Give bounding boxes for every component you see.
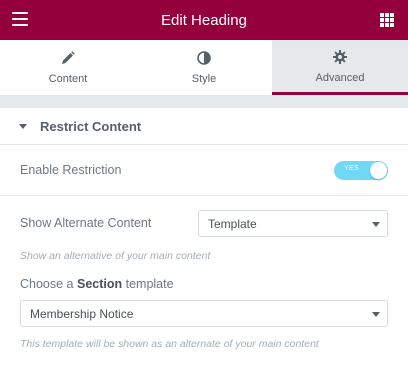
show-alternate-content-label: Show Alternate Content [20, 216, 152, 230]
tab-style-label: Style [191, 73, 217, 85]
enable-restriction-toggle[interactable]: YES [334, 161, 388, 180]
alternate-content-description: Show an alternative of your main content [20, 250, 211, 262]
contrast-icon [197, 50, 211, 66]
chevron-down-icon [372, 312, 380, 317]
caret-down-icon [19, 123, 27, 129]
tab-style[interactable]: Style [136, 40, 272, 95]
label-bold: Section [76, 277, 123, 291]
alternate-content-select[interactable]: Template [198, 210, 388, 237]
enable-restriction-label: Enable Restriction [20, 163, 122, 177]
section-template-description: This template will be shown as an altern… [20, 338, 319, 350]
tab-advanced[interactable]: Advanced [272, 40, 408, 95]
gear-icon [333, 49, 347, 65]
toggle-yes-text: YES [344, 165, 359, 172]
section-template-value: Membership Notice [30, 307, 134, 321]
restrict-content-section-header[interactable]: Restrict Content [0, 108, 408, 145]
apps-grid-icon[interactable] [380, 13, 394, 27]
pencil-icon [61, 50, 75, 66]
label-suffix: template [122, 277, 174, 291]
toggle-knob [370, 162, 387, 179]
tab-content[interactable]: Content [0, 40, 136, 95]
section-title: Restrict Content [40, 118, 142, 134]
choose-section-template-label: Choose a Section template [20, 277, 174, 291]
chevron-down-icon [372, 222, 380, 227]
section-template-select[interactable]: Membership Notice [20, 300, 388, 327]
separator-strip [0, 95, 408, 108]
label-prefix: Choose a [20, 277, 77, 291]
tab-advanced-label: Advanced [315, 71, 365, 84]
tab-content-label: Content [48, 73, 88, 85]
menu-icon[interactable] [12, 12, 28, 28]
header-bar: Edit Heading [0, 0, 408, 40]
alternate-content-value: Template [208, 217, 257, 231]
tab-bar: Content Style Advanced [0, 40, 408, 95]
panel-title: Edit Heading [161, 11, 247, 29]
